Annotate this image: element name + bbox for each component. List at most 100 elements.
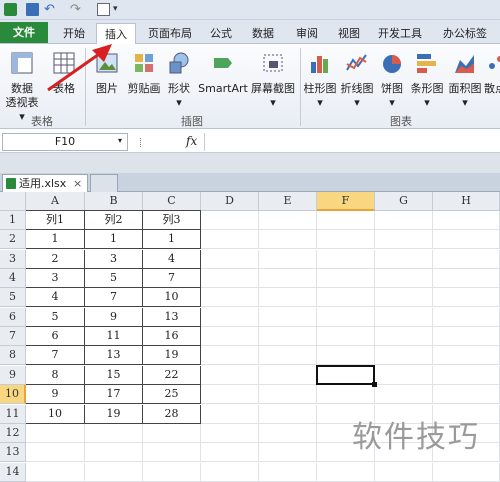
cell-e8[interactable]	[259, 346, 317, 366]
cell-a13[interactable]	[26, 443, 85, 463]
cell-g14[interactable]	[375, 462, 433, 482]
cell-a6[interactable]: 5	[26, 307, 85, 327]
cell-h9[interactable]	[433, 365, 500, 385]
cell-e5[interactable]	[259, 288, 317, 308]
cell-c1[interactable]: 列3	[143, 211, 201, 230]
column-header-e[interactable]: E	[259, 192, 317, 211]
cell-a8[interactable]: 7	[26, 346, 85, 366]
row-header-8[interactable]: 8	[0, 346, 26, 366]
cell-a11[interactable]: 10	[26, 404, 85, 424]
cell-c8[interactable]: 19	[143, 346, 201, 366]
bar-chart-button[interactable]: 条形图 ▾	[408, 50, 446, 110]
cell-b10[interactable]: 17	[85, 385, 143, 405]
cell-c3[interactable]: 4	[143, 249, 201, 269]
cell-d14[interactable]	[201, 462, 259, 482]
tab-developer[interactable]: 开发工具	[374, 23, 426, 44]
cell-h10[interactable]	[433, 385, 500, 405]
cell-g7[interactable]	[375, 327, 433, 347]
cell-d2[interactable]	[201, 230, 259, 250]
cell-c2[interactable]: 1	[143, 230, 201, 250]
resize-handle[interactable]	[140, 138, 142, 147]
cell-g3[interactable]	[375, 249, 433, 269]
cell-b6[interactable]: 9	[85, 307, 143, 327]
cell-f6[interactable]	[317, 307, 375, 327]
line-chart-button[interactable]: 折线图 ▾	[338, 50, 376, 110]
row-header-11[interactable]: 11	[0, 404, 26, 424]
cell-c9[interactable]: 22	[143, 365, 201, 385]
cell-e10[interactable]	[259, 385, 317, 405]
tab-review[interactable]: 审阅	[290, 23, 324, 44]
scatter-chart-button[interactable]: 散点	[484, 50, 500, 96]
cell-b2[interactable]: 1	[85, 230, 143, 250]
column-header-b[interactable]: B	[85, 192, 143, 211]
column-header-h[interactable]: H	[433, 192, 500, 211]
cell-d5[interactable]	[201, 288, 259, 308]
cell-a12[interactable]	[26, 423, 85, 443]
cell-e7[interactable]	[259, 327, 317, 347]
clip-art-button[interactable]: 剪贴画	[124, 50, 164, 96]
cell-a14[interactable]	[26, 462, 85, 482]
cell-h3[interactable]	[433, 249, 500, 269]
undo-icon[interactable]: ↶	[44, 3, 57, 16]
cell-b5[interactable]: 7	[85, 288, 143, 308]
cell-g8[interactable]	[375, 346, 433, 366]
cell-c5[interactable]: 10	[143, 288, 201, 308]
cell-e1[interactable]	[259, 211, 317, 230]
row-header-9[interactable]: 9	[0, 365, 26, 385]
cell-g5[interactable]	[375, 288, 433, 308]
cell-f2[interactable]	[317, 230, 375, 250]
cell-e2[interactable]	[259, 230, 317, 250]
row-header-7[interactable]: 7	[0, 327, 26, 347]
row-header-6[interactable]: 6	[0, 307, 26, 327]
cell-a3[interactable]: 2	[26, 249, 85, 269]
column-header-a[interactable]: A	[26, 192, 85, 211]
row-header-12[interactable]: 12	[0, 423, 26, 443]
cell-e4[interactable]	[259, 269, 317, 289]
row-header-3[interactable]: 3	[0, 249, 26, 269]
cell-a2[interactable]: 1	[26, 230, 85, 250]
cell-d9[interactable]	[201, 365, 259, 385]
cell-b8[interactable]: 13	[85, 346, 143, 366]
cell-a9[interactable]: 8	[26, 365, 85, 385]
row-header-1[interactable]: 1	[0, 211, 26, 230]
cell-b9[interactable]: 15	[85, 365, 143, 385]
customize-qat-icon[interactable]: ▾	[113, 3, 126, 16]
new-tab-button[interactable]	[90, 174, 118, 192]
cell-d6[interactable]	[201, 307, 259, 327]
cell-b3[interactable]: 3	[85, 249, 143, 269]
workbook-tab[interactable]: 适用.xlsx ×	[2, 174, 88, 192]
cell-e14[interactable]	[259, 462, 317, 482]
print-preview-icon[interactable]	[97, 3, 110, 16]
cell-f3[interactable]	[317, 249, 375, 269]
insert-function-icon[interactable]: fx	[186, 134, 197, 148]
cell-d8[interactable]	[201, 346, 259, 366]
cell-d11[interactable]	[201, 404, 259, 424]
cell-d12[interactable]	[201, 423, 259, 443]
row-header-14[interactable]: 14	[0, 462, 26, 482]
cell-d4[interactable]	[201, 269, 259, 289]
cell-h14[interactable]	[433, 462, 500, 482]
tab-formulas[interactable]: 公式	[204, 23, 238, 44]
cell-d3[interactable]	[201, 249, 259, 269]
select-all-corner[interactable]	[0, 192, 26, 211]
name-box-dropdown-icon[interactable]: ▾	[118, 136, 122, 145]
cell-b4[interactable]: 5	[85, 269, 143, 289]
cell-d7[interactable]	[201, 327, 259, 347]
row-header-4[interactable]: 4	[0, 269, 26, 289]
row-header-2[interactable]: 2	[0, 230, 26, 250]
name-box[interactable]: F10	[2, 133, 128, 151]
cell-b7[interactable]: 11	[85, 327, 143, 347]
cell-h2[interactable]	[433, 230, 500, 250]
cell-f1[interactable]	[317, 211, 375, 230]
cell-a7[interactable]: 6	[26, 327, 85, 347]
tab-page-layout[interactable]: 页面布局	[142, 23, 198, 44]
cell-e3[interactable]	[259, 249, 317, 269]
cell-e6[interactable]	[259, 307, 317, 327]
cell-f10[interactable]	[317, 385, 375, 405]
formula-input[interactable]	[204, 133, 500, 151]
pie-chart-button[interactable]: 饼图 ▾	[376, 50, 408, 110]
cell-g4[interactable]	[375, 269, 433, 289]
cell-e13[interactable]	[259, 443, 317, 463]
column-header-f[interactable]: F	[317, 192, 375, 211]
cell-c6[interactable]: 13	[143, 307, 201, 327]
